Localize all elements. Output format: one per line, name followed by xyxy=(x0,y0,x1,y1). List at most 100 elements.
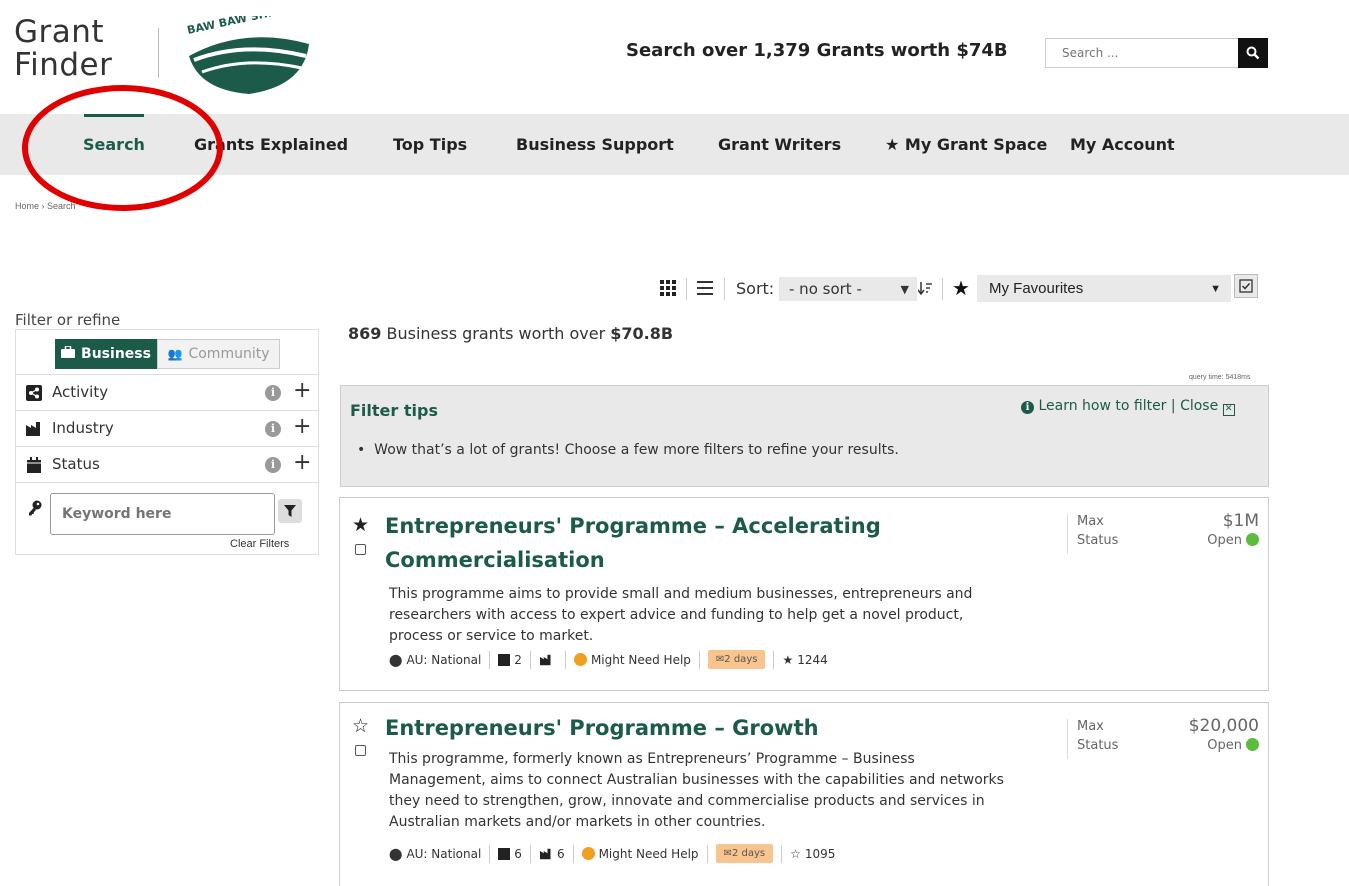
business-community-toggle: Business 👥 Community xyxy=(55,339,280,369)
grant-title-line-1: Entrepreneurs' Programme – Accelerating xyxy=(385,514,881,538)
facet-activity[interactable]: Activity i + xyxy=(16,374,318,410)
nav-business-support[interactable]: Business Support xyxy=(516,114,674,175)
plus-icon[interactable]: + xyxy=(293,414,311,439)
grant-meta: ⬤ AU: National 6 6 Might Need Help ✉2 day… xyxy=(389,844,835,863)
meta-divider xyxy=(489,650,491,669)
grant-favourites-count: 1095 xyxy=(804,846,836,861)
facet-status[interactable]: Status i + xyxy=(16,446,318,482)
grant-description: This programme, formerly known as Entrep… xyxy=(389,749,1004,833)
info-icon[interactable]: i xyxy=(265,385,281,401)
grant-location: AU: National xyxy=(406,652,482,667)
business-toggle-button[interactable]: Business xyxy=(55,339,157,369)
favourites-select[interactable]: My Favourites ▼ xyxy=(977,275,1231,302)
toolbar-divider xyxy=(942,278,943,300)
facet-industry[interactable]: Industry i + xyxy=(16,410,318,446)
info-icon[interactable]: i xyxy=(265,457,281,473)
status-row: Status Open xyxy=(1077,533,1259,552)
filter-icon xyxy=(284,505,296,517)
meta-divider xyxy=(564,650,566,669)
info-icon[interactable]: i xyxy=(265,421,281,437)
grant-meta: ⬤ AU: National 2 Might Need Help ✉2 days … xyxy=(389,650,828,669)
map-pin-icon: ⬤ xyxy=(389,846,403,861)
main-nav: Search Grants Explained Top Tips Busines… xyxy=(0,114,1349,175)
nav-top-tips[interactable]: Top Tips xyxy=(393,114,467,175)
header-tagline: Search over 1,379 Grants worth $74B xyxy=(626,40,1008,61)
max-row: Max $1M xyxy=(1077,511,1259,533)
community-toggle-button[interactable]: 👥 Community xyxy=(157,339,280,369)
status-label: Status xyxy=(1077,533,1119,548)
tips-link-divider: | xyxy=(1170,398,1176,414)
search-icon xyxy=(1246,46,1260,60)
meta-divider xyxy=(489,844,491,863)
favourites-apply-button[interactable] xyxy=(1234,274,1258,298)
grant-help-level: Might Need Help xyxy=(590,652,691,667)
filter-tips-bullet-text: Wow that’s a lot of grants! Choose a few… xyxy=(374,442,899,458)
breadcrumb-home[interactable]: Home xyxy=(15,201,39,211)
location-item: ⬤ AU: National xyxy=(389,653,481,667)
industry-icon xyxy=(26,422,40,436)
key-icon xyxy=(29,500,42,516)
favourites-select-value: My Favourites xyxy=(989,280,1084,297)
nav-grants-explained[interactable]: Grants Explained xyxy=(194,114,348,175)
max-row: Max $20,000 xyxy=(1077,716,1259,738)
community-toggle-label: Community xyxy=(188,346,270,362)
nav-my-account[interactable]: My Account xyxy=(1070,114,1175,175)
header-search-button[interactable] xyxy=(1238,38,1268,68)
status-row: Status Open xyxy=(1077,738,1259,757)
grant-description-line-1: This programme, formerly known as Entrep… xyxy=(389,751,915,767)
keyword-input[interactable] xyxy=(50,493,275,535)
grant-card: ☆ Entrepreneurs' Programme – Growth This… xyxy=(339,702,1269,886)
learn-how-to-filter-link[interactable]: Learn how to filter xyxy=(1038,398,1166,414)
status-open-dot-icon xyxy=(1246,533,1259,546)
plus-icon[interactable]: + xyxy=(293,450,311,475)
clear-filters-link[interactable]: Clear Filters xyxy=(230,538,289,550)
compare-checkbox[interactable] xyxy=(355,544,366,555)
sort-direction-icon[interactable] xyxy=(914,277,936,299)
header-search-input[interactable] xyxy=(1045,38,1239,68)
gauge-icon xyxy=(581,847,595,860)
meta-divider xyxy=(698,650,700,669)
info-circle-icon: i xyxy=(1021,401,1034,414)
favourite-star-outline-icon[interactable]: ☆ xyxy=(352,715,369,738)
keyword-row: Clear Filters xyxy=(16,482,318,554)
nav-my-grant-space[interactable]: ★ My Grant Space xyxy=(885,114,1047,175)
site-logo[interactable]: Grant Finder xyxy=(14,16,112,82)
grant-description-line-4: Australian markets and/or markets in oth… xyxy=(389,814,766,830)
industry-icon xyxy=(539,848,551,859)
favourite-star-filled-icon[interactable]: ★ xyxy=(352,514,369,537)
plus-icon[interactable]: + xyxy=(293,378,311,403)
meta-divider xyxy=(781,844,783,863)
check-square-icon xyxy=(1239,279,1253,293)
grant-title[interactable]: Entrepreneurs' Programme – Accelerating … xyxy=(385,509,881,577)
max-value: $1M xyxy=(1222,511,1259,531)
grant-description-line-3: they need to strengthen, grow, innovate … xyxy=(389,793,985,809)
close-tips-link[interactable]: Close xyxy=(1180,398,1218,414)
results-count-number: 869 xyxy=(348,324,382,343)
industry-count-item: 6 xyxy=(539,847,565,861)
council-logo-text: BAW BAW SHIRE COUNCIL xyxy=(186,16,314,37)
nav-grant-writers[interactable]: Grant Writers xyxy=(718,114,841,175)
status-value: Open xyxy=(1207,738,1242,753)
close-icon[interactable]: ✕ xyxy=(1222,404,1235,416)
keyword-filter-button[interactable] xyxy=(278,499,302,523)
max-label: Max xyxy=(1077,514,1104,529)
star-icon: ★ xyxy=(782,652,794,667)
grant-description-line-3: process or service to market. xyxy=(389,628,594,644)
help-level-item: Might Need Help xyxy=(581,847,699,861)
grant-title[interactable]: Entrepreneurs' Programme – Growth xyxy=(385,711,819,745)
sort-label: Sort: xyxy=(736,279,775,298)
filter-tips-panel: Filter tips i Learn how to filter | Clos… xyxy=(340,385,1269,487)
nav-search[interactable]: Search xyxy=(83,114,145,175)
query-time: query time: 5418ms xyxy=(1189,374,1251,381)
nav-active-indicator xyxy=(84,114,144,117)
chevron-down-icon: ▼ xyxy=(1210,282,1221,295)
grant-description-line-2: Management, aims to connect Australian b… xyxy=(389,772,1004,788)
sort-select[interactable]: - no sort - ▼ xyxy=(779,277,917,301)
industry-count-item xyxy=(539,654,557,666)
list-view-icon[interactable] xyxy=(694,277,716,299)
favourites-star-icon: ★ xyxy=(952,277,970,300)
results-count: 869 Business grants worth over $70.8B xyxy=(348,324,673,343)
compare-checkbox[interactable] xyxy=(355,745,366,756)
grid-view-icon[interactable] xyxy=(657,277,679,299)
business-toggle-label: Business xyxy=(81,346,151,362)
